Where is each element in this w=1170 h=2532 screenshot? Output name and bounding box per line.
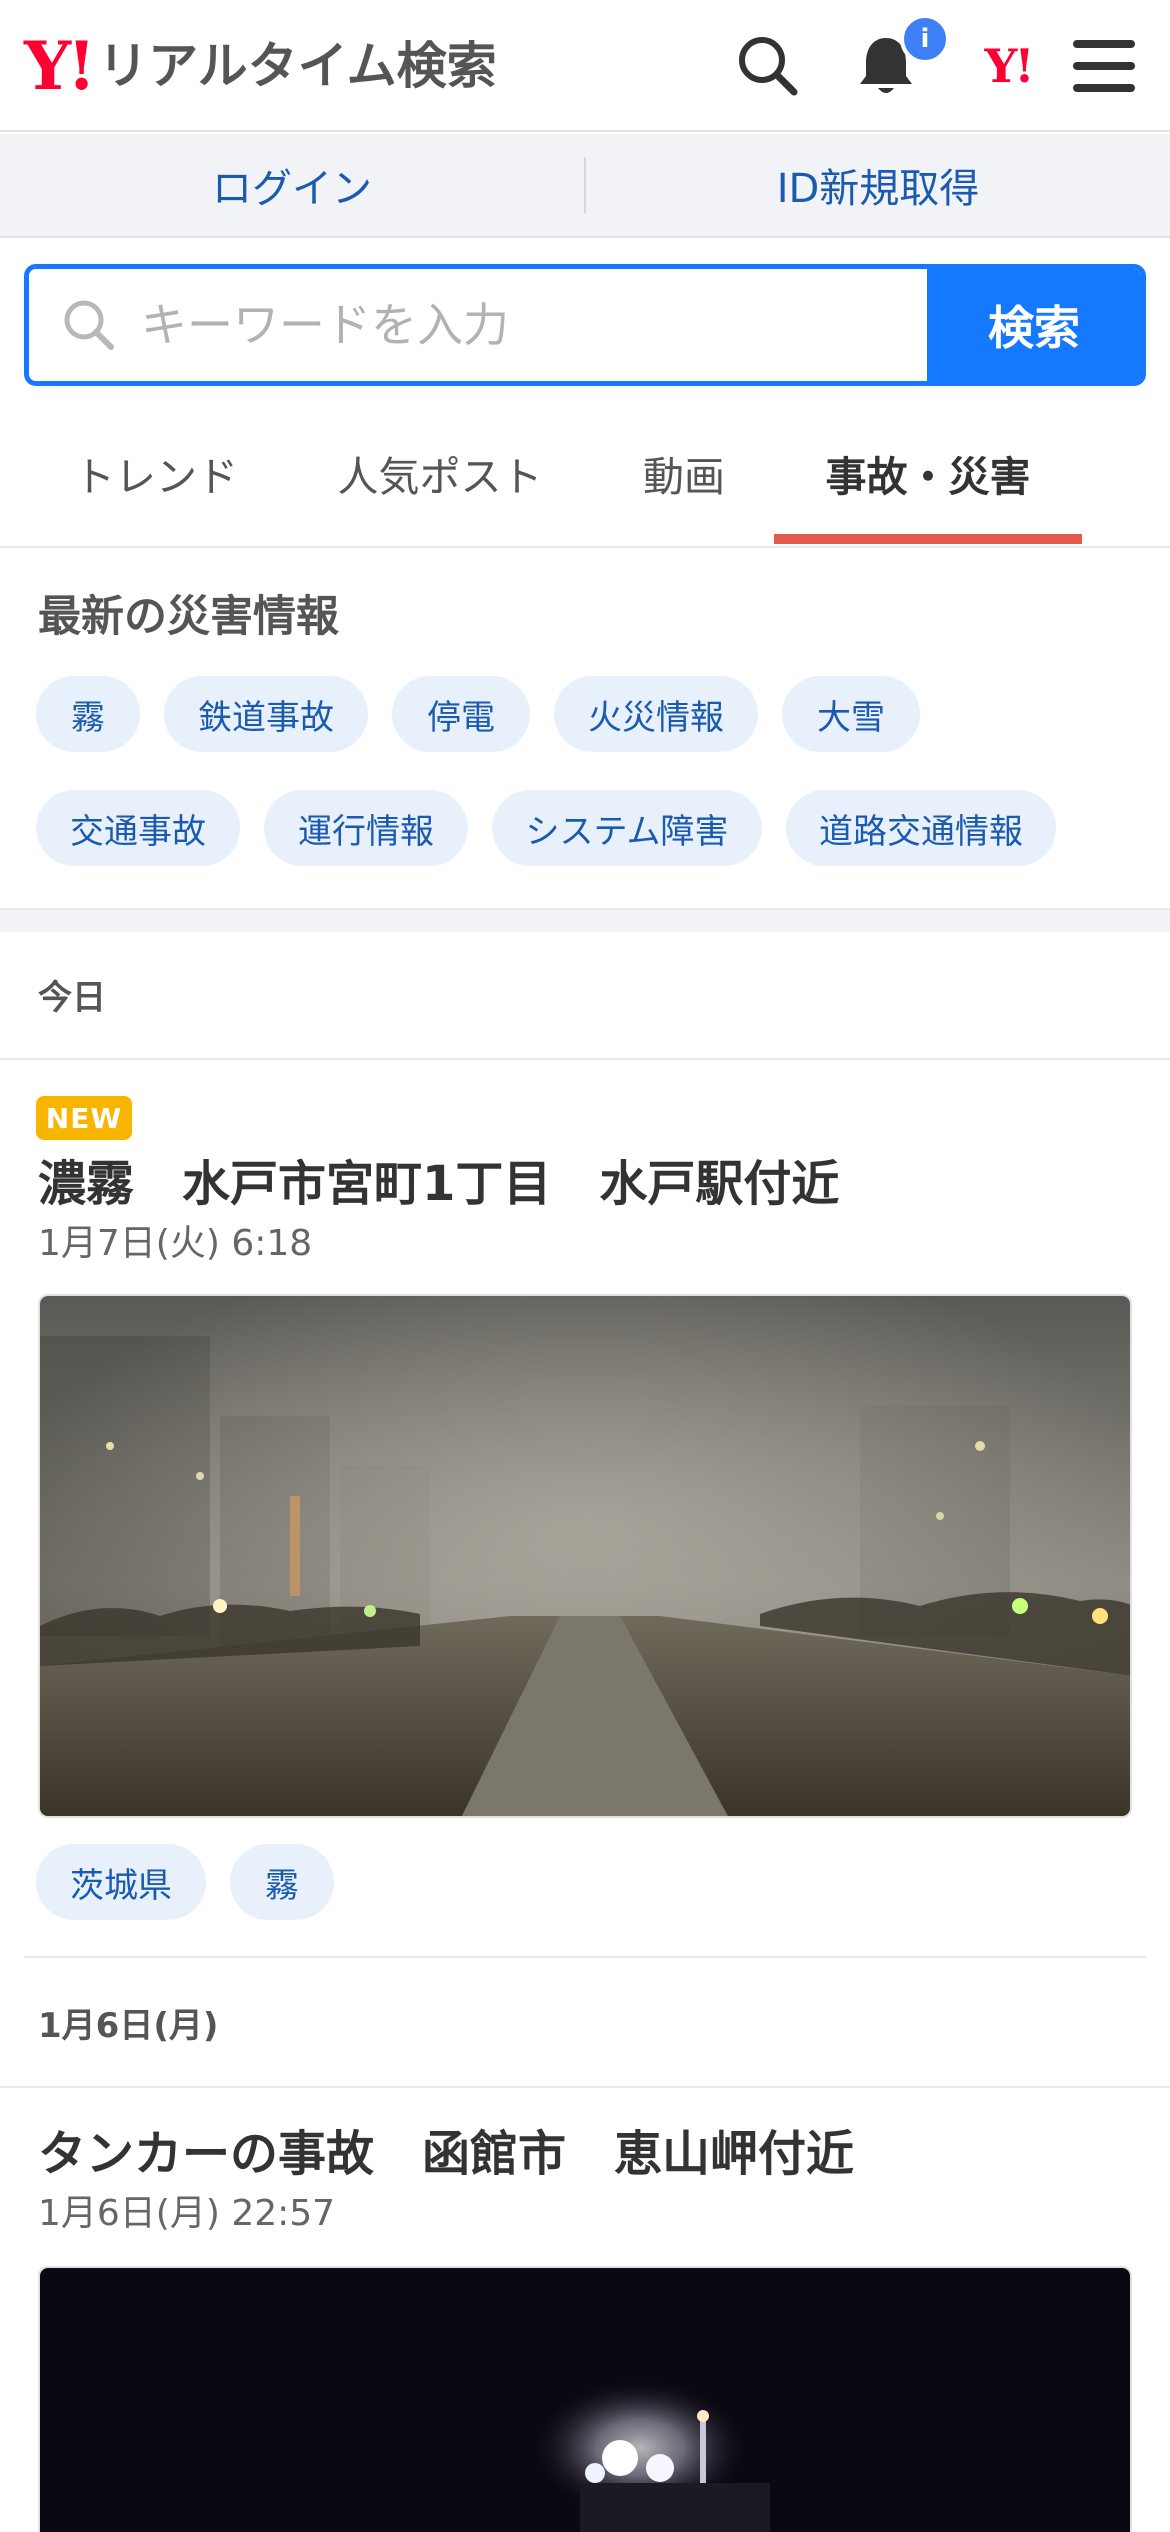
date-heading-jan6: 1月6日(月) <box>38 2006 219 2046</box>
chip-fog[interactable]: 霧 <box>36 676 140 752</box>
active-tab-indicator <box>774 534 1082 544</box>
login-link[interactable]: ログイン <box>0 156 584 214</box>
search-button[interactable]: 検索 <box>927 269 1141 381</box>
search-field-icon <box>64 300 114 350</box>
chip-service-info[interactable]: 運行情報 <box>264 790 468 866</box>
register-link[interactable]: ID新規取得 <box>586 156 1170 214</box>
date-heading-today: 今日 <box>38 978 106 1018</box>
auth-bar: ログイン ID新規取得 <box>0 134 1170 238</box>
tab-popular-posts[interactable]: 人気ポスト <box>316 400 564 546</box>
search-icon[interactable] <box>730 28 806 104</box>
post-title[interactable]: タンカーの事故 函館市 恵山岬付近 <box>38 2114 854 2184</box>
post-timestamp: 1月6日(月) 22:57 <box>38 2193 336 2234</box>
new-badge: NEW <box>36 1096 132 1140</box>
divider <box>0 2086 1170 2088</box>
post-timestamp: 1月7日(火) 6:18 <box>38 1223 313 1264</box>
app-header: Y! リアルタイム検索 i Y! <box>0 0 1170 132</box>
chip-road-traffic-info[interactable]: 道路交通情報 <box>786 790 1056 866</box>
post-photo-tanker[interactable] <box>38 2266 1132 2532</box>
tab-disaster[interactable]: 事故・災害 <box>774 400 1082 546</box>
chip-power-outage[interactable]: 停電 <box>392 676 530 752</box>
divider <box>0 1058 1170 1060</box>
site-logo[interactable]: Y! リアルタイム検索 <box>24 30 497 102</box>
chip-rail-accident[interactable]: 鉄道事故 <box>164 676 368 752</box>
yahoo-logo-mark: Y! <box>24 27 96 105</box>
search-bar: 検索 <box>24 264 1146 386</box>
category-tabs: トレンド 人気ポスト 動画 事故・災害 <box>0 400 1170 548</box>
hamburger-menu-icon[interactable] <box>1066 28 1142 104</box>
post-photo-fog[interactable] <box>38 1294 1132 1818</box>
chip-heavy-snow[interactable]: 大雪 <box>782 676 920 752</box>
divider <box>24 1956 1146 1958</box>
tab-video[interactable]: 動画 <box>610 400 758 546</box>
chip-traffic-accident[interactable]: 交通事故 <box>36 790 240 866</box>
chip-system-failure[interactable]: システム障害 <box>492 790 762 866</box>
search-input[interactable] <box>141 298 841 352</box>
logo-text: リアルタイム検索 <box>98 37 497 95</box>
disaster-section-title: 最新の災害情報 <box>38 592 339 642</box>
tab-trend[interactable]: トレンド <box>38 400 274 546</box>
tag-ibaraki[interactable]: 茨城県 <box>36 1844 206 1920</box>
tag-fog[interactable]: 霧 <box>230 1844 334 1920</box>
notification-badge: i <box>900 14 950 64</box>
yahoo-home-link[interactable]: Y! <box>966 28 1050 104</box>
section-separator <box>0 908 1170 932</box>
search-field-wrapper <box>29 269 927 381</box>
chip-fire-info[interactable]: 火災情報 <box>554 676 758 752</box>
post-title[interactable]: 濃霧 水戸市宮町1丁目 水戸駅付近 <box>38 1144 839 1214</box>
